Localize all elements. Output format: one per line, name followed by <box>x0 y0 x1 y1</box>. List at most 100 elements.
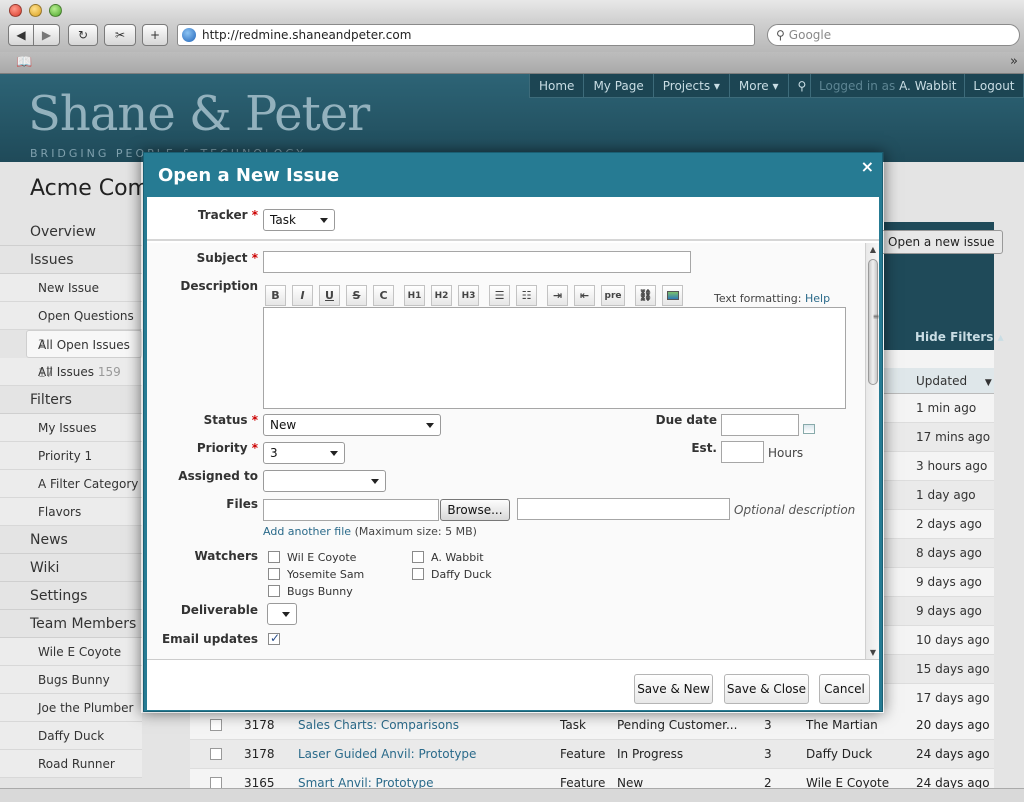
sidebar-overview[interactable]: Overview <box>0 218 142 246</box>
bookmarks-book-icon[interactable]: 📖 <box>16 55 32 70</box>
close-window-button[interactable] <box>9 4 22 17</box>
scroll-down-icon[interactable]: ▼ <box>866 648 879 657</box>
deliverable-select[interactable] <box>267 603 297 625</box>
add-another-file-link[interactable]: Add another file <box>263 525 351 538</box>
issue-subject-link[interactable]: Laser Guided Anvil: Prototype <box>298 740 476 769</box>
back-button[interactable]: ◀ <box>8 24 34 46</box>
nav-home[interactable]: Home <box>530 74 585 97</box>
scroll-up-icon[interactable]: ▲ <box>866 245 879 254</box>
scroll-thumb[interactable]: ≡ <box>868 259 879 385</box>
table-row[interactable]: 3178 Laser Guided Anvil: Prototype Featu… <box>190 740 994 769</box>
updated-column-header[interactable]: Updated ▼ <box>884 368 994 394</box>
due-date-input[interactable] <box>721 414 799 436</box>
watcher-name: Wil E Coyote <box>287 551 357 564</box>
status-select[interactable]: New <box>263 414 441 436</box>
sidebar-open-questions[interactable]: Open Questions 2 <box>0 302 142 351</box>
sidebar-filter-item[interactable]: My Issues <box>0 414 142 442</box>
hide-filters-toggle[interactable]: Hide Filters ▴ <box>915 330 1004 344</box>
select-value: New <box>270 418 297 432</box>
file-path-input[interactable] <box>263 499 439 521</box>
forward-button[interactable]: ▶ <box>34 24 60 46</box>
current-user-link[interactable]: A. Wabbit <box>899 79 956 93</box>
required-marker: * <box>251 441 258 455</box>
watcher-checkbox[interactable] <box>268 568 280 580</box>
row-checkbox[interactable] <box>210 748 222 760</box>
sidebar-filter-item[interactable]: Flavors <box>0 498 142 526</box>
subject-input[interactable] <box>263 251 691 273</box>
link-button[interactable]: ⛓ <box>635 285 656 306</box>
sidebar-filter-item[interactable]: Priority 1 <box>0 442 142 470</box>
watcher-checkbox[interactable] <box>268 551 280 563</box>
sidebar-all-open-issues[interactable]: All Open Issues 17 <box>26 330 142 380</box>
address-bar[interactable]: http://redmine.shaneandpeter.com <box>177 24 755 46</box>
snapback-button[interactable]: ✂ <box>104 24 136 46</box>
logout-link[interactable]: Logout <box>964 74 1022 97</box>
subject-label: Subject * <box>147 251 258 265</box>
zoom-window-button[interactable] <box>49 4 62 17</box>
bullet-list-button[interactable]: ☰ <box>489 285 510 306</box>
pre-button[interactable]: pre <box>601 285 625 306</box>
nav-more[interactable]: More ▾ <box>730 74 789 97</box>
outdent-button[interactable]: ⇤ <box>574 285 595 306</box>
issue-subject-link[interactable]: Sales Charts: Comparisons <box>298 711 459 740</box>
search-field[interactable]: ⚲ Google <box>767 24 1020 46</box>
underline-button[interactable]: U <box>319 285 340 306</box>
nav-projects[interactable]: Projects ▾ <box>654 74 730 97</box>
tracker-select[interactable]: Task <box>263 209 335 231</box>
table-row[interactable]: 3178 Sales Charts: Comparisons Task Pend… <box>190 711 994 740</box>
code-button[interactable]: C <box>373 285 394 306</box>
file-description-input[interactable] <box>517 498 730 520</box>
sidebar-news[interactable]: News <box>0 526 142 554</box>
image-button[interactable] <box>662 285 683 306</box>
bullet-list-icon: ☰ <box>494 289 505 302</box>
row-checkbox[interactable] <box>210 719 222 731</box>
issue-id: 3178 <box>244 718 275 732</box>
open-new-issue-button[interactable]: Open a new issue <box>879 230 1004 254</box>
close-dialog-icon[interactable]: × <box>861 157 874 176</box>
minimize-window-button[interactable] <box>29 4 42 17</box>
add-bookmark-button[interactable]: + <box>142 24 168 46</box>
select-value: Task <box>270 213 296 227</box>
watcher-checkbox[interactable] <box>268 585 280 597</box>
sidebar-member[interactable]: Wile E Coyote <box>0 638 142 666</box>
calendar-icon[interactable] <box>803 424 815 434</box>
indent-button[interactable]: ⇥ <box>547 285 568 306</box>
help-link[interactable]: Help <box>805 292 830 305</box>
sidebar-member[interactable]: Daffy Duck <box>0 722 142 750</box>
site-logo[interactable]: Shane & Peter <box>28 86 370 142</box>
sidebar-all-issues[interactable]: All Issues 159 <box>0 358 142 386</box>
bold-button[interactable]: B <box>265 285 286 306</box>
heading1-button[interactable]: H1 <box>404 285 425 306</box>
cancel-button[interactable]: Cancel <box>819 674 870 704</box>
sidebar-issues[interactable]: Issues <box>0 246 142 274</box>
reload-button[interactable]: ↻ <box>68 24 98 46</box>
form-scrollbar[interactable]: ▲ ≡ ▼ <box>865 243 879 659</box>
sidebar-settings[interactable]: Settings <box>0 582 142 610</box>
sidebar-member[interactable]: Bugs Bunny <box>0 666 142 694</box>
watcher-checkbox[interactable] <box>412 551 424 563</box>
numbered-list-button[interactable]: ☷ <box>516 285 537 306</box>
nav-my-page[interactable]: My Page <box>584 74 654 97</box>
sidebar-team-members[interactable]: Team Members <box>0 610 142 638</box>
sidebar-wiki[interactable]: Wiki <box>0 554 142 582</box>
strike-button[interactable]: S <box>346 285 367 306</box>
email-updates-checkbox[interactable] <box>268 631 280 645</box>
more-bookmarks-icon[interactable]: » <box>1010 54 1018 69</box>
save-and-close-button[interactable]: Save & Close <box>724 674 809 704</box>
watcher-checkbox[interactable] <box>412 568 424 580</box>
description-textarea[interactable] <box>263 307 846 409</box>
heading2-button[interactable]: H2 <box>431 285 452 306</box>
italic-button[interactable]: I <box>292 285 313 306</box>
estimate-input[interactable] <box>721 441 764 463</box>
sidebar-new-issue[interactable]: New Issue <box>0 274 142 302</box>
priority-select[interactable]: 3 <box>263 442 345 464</box>
heading3-button[interactable]: H3 <box>458 285 479 306</box>
sidebar-member[interactable]: Joe the Plumber <box>0 694 142 722</box>
assigned-to-select[interactable] <box>263 470 386 492</box>
browse-button[interactable]: Browse... <box>440 499 510 521</box>
sidebar-member[interactable]: Road Runner <box>0 750 142 778</box>
sidebar-filter-item[interactable]: A Filter Category <box>0 470 142 498</box>
issue-assignee: Daffy Duck <box>806 747 873 761</box>
save-and-new-button[interactable]: Save & New <box>634 674 713 704</box>
sidebar-filters[interactable]: Filters <box>0 386 142 414</box>
